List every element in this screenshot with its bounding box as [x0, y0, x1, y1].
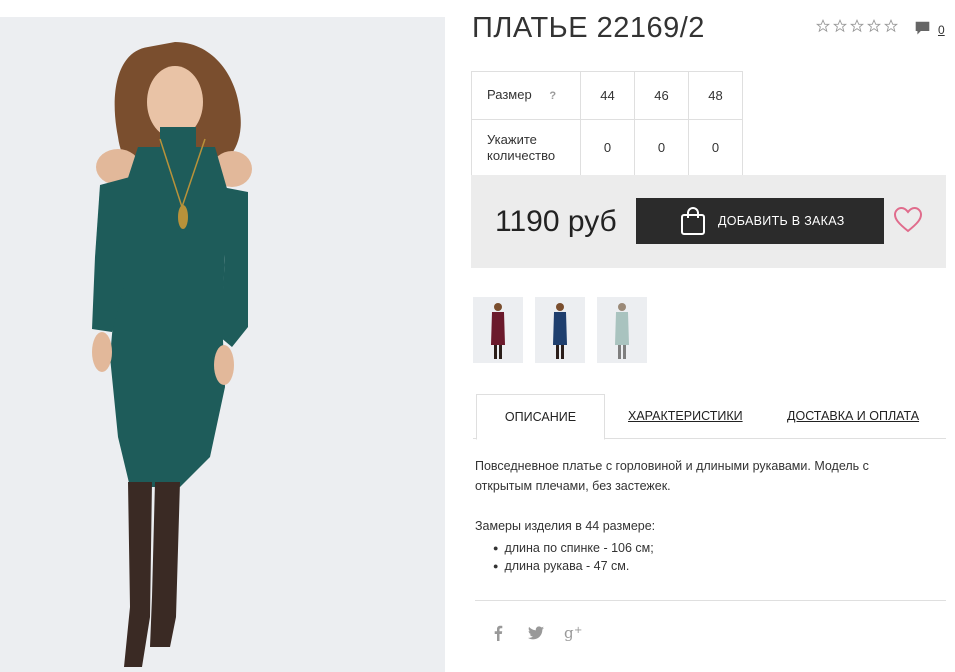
- thumbnail-navy[interactable]: [535, 297, 585, 363]
- star-icon[interactable]: [816, 19, 830, 33]
- size-table: Размер ? 44 46 48 Укажите количество 0 0…: [471, 71, 743, 176]
- comment-icon[interactable]: [914, 20, 931, 37]
- thumbnail-burgundy[interactable]: [473, 297, 523, 363]
- facebook-icon[interactable]: [488, 625, 508, 645]
- social-share: g +: [488, 624, 584, 645]
- quantity-input-48[interactable]: 0: [688, 119, 743, 176]
- tab-characteristics[interactable]: ХАРАКТЕРИСТИКИ: [628, 394, 743, 439]
- size-46: 46: [634, 71, 689, 120]
- tab-delivery-payment[interactable]: ДОСТАВКА И ОПЛАТА: [787, 394, 919, 439]
- add-to-order-button[interactable]: ДОБАВИТЬ В ЗАКАЗ: [636, 198, 884, 244]
- thumbnail-light-teal[interactable]: [597, 297, 647, 363]
- quantity-row: Укажите количество 0 0 0: [471, 119, 743, 176]
- google-plus-icon[interactable]: g +: [564, 624, 584, 645]
- comments-count-link[interactable]: 0: [938, 23, 945, 37]
- star-icon[interactable]: [850, 19, 864, 33]
- measurement-item: длина рукава - 47 см.: [493, 558, 654, 576]
- quantity-input-46[interactable]: 0: [634, 119, 689, 176]
- heart-icon[interactable]: [894, 207, 922, 233]
- product-main-image[interactable]: [0, 17, 445, 672]
- size-44: 44: [580, 71, 635, 120]
- size-label: Размер: [487, 87, 532, 102]
- thumbnail-burgundy-image: [473, 297, 523, 363]
- shopping-bag-icon: [681, 207, 705, 235]
- star-icon[interactable]: [867, 19, 881, 33]
- measurements-list: длина по спинке - 106 см; длина рукава -…: [493, 540, 654, 576]
- rating-stars[interactable]: [816, 19, 898, 33]
- size-row: Размер ? 44 46 48: [471, 71, 743, 120]
- buy-box: 1190 руб ДОБАВИТЬ В ЗАКАЗ: [471, 175, 946, 268]
- color-thumbnails: [473, 297, 647, 363]
- divider: [475, 600, 946, 601]
- product-price: 1190 руб: [495, 205, 617, 238]
- size-48: 48: [688, 71, 743, 120]
- quantity-label: Укажите количество: [471, 119, 581, 176]
- product-title: ПЛАТЬЕ 22169/2: [472, 12, 705, 44]
- tab-description[interactable]: ОПИСАНИЕ: [476, 394, 605, 440]
- size-help-icon[interactable]: ?: [549, 90, 556, 102]
- svg-text:g: g: [564, 625, 574, 641]
- product-description: Повседневное платье с горловиной и длины…: [475, 459, 869, 493]
- product-photo-illustration: [0, 17, 445, 672]
- size-label-cell: Размер ?: [471, 71, 581, 120]
- quantity-input-44[interactable]: 0: [580, 119, 635, 176]
- product-tabs: ОПИСАНИЕ ХАРАКТЕРИСТИКИ ДОСТАВКА И ОПЛАТ…: [473, 394, 946, 440]
- twitter-icon[interactable]: [526, 626, 546, 644]
- star-icon[interactable]: [833, 19, 847, 33]
- thumbnail-navy-image: [535, 297, 585, 363]
- thumbnail-light-teal-image: [597, 297, 647, 363]
- measurement-item: длина по спинке - 106 см;: [493, 540, 653, 558]
- svg-text:+: +: [574, 625, 582, 636]
- add-to-order-label: ДОБАВИТЬ В ЗАКАЗ: [718, 214, 845, 228]
- star-icon[interactable]: [884, 19, 898, 33]
- measurements-title: Замеры изделия в 44 размере:: [475, 519, 656, 533]
